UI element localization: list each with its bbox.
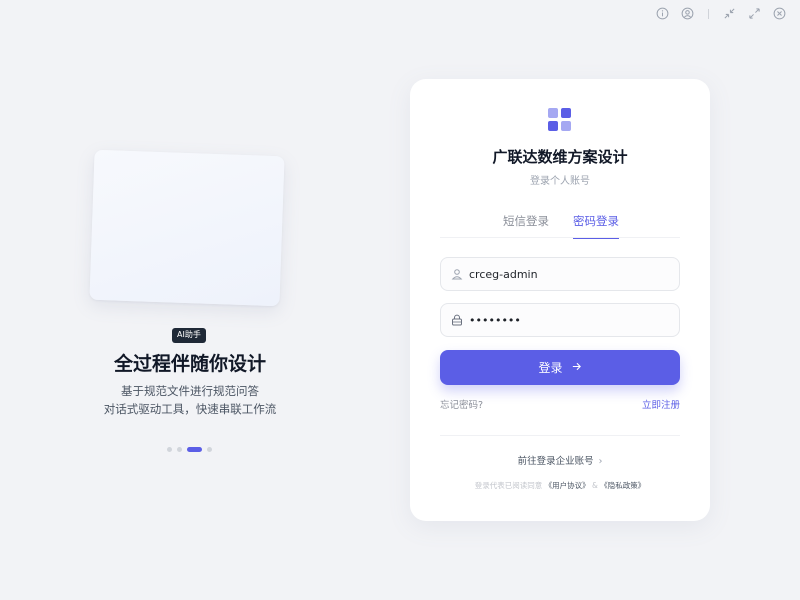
agreement-prefix: 登录代表已阅读同意 xyxy=(474,481,543,490)
user-agreement-link[interactable]: 《用户协议》 xyxy=(545,481,590,490)
carousel-dots xyxy=(167,447,212,452)
carousel-dot-active[interactable] xyxy=(187,447,202,452)
login-card: 广联达数维方案设计 登录个人账号 短信登录 密码登录 登录 忘记密码? 立即注册… xyxy=(410,79,710,521)
forgot-password-link[interactable]: 忘记密码? xyxy=(440,397,483,411)
carousel-dot[interactable] xyxy=(177,447,182,452)
login-button-label: 登录 xyxy=(538,361,563,375)
info-icon[interactable] xyxy=(656,7,669,20)
divider xyxy=(708,8,709,19)
tab-password-login[interactable]: 密码登录 xyxy=(573,213,619,239)
promo-title: 全过程伴随你设计 xyxy=(113,353,266,375)
arrow-right-icon xyxy=(571,361,582,375)
privacy-policy-link[interactable]: 《隐私政策》 xyxy=(600,481,645,490)
carousel-dot[interactable] xyxy=(167,447,172,452)
login-tabs: 短信登录 密码登录 xyxy=(440,210,680,239)
promo-image-card xyxy=(89,149,285,307)
chevron-right-icon: › xyxy=(598,456,603,467)
username-field[interactable] xyxy=(440,257,680,291)
app-logo-icon xyxy=(548,108,572,132)
user-icon xyxy=(451,268,463,280)
tab-sms-login[interactable]: 短信登录 xyxy=(503,213,549,238)
maximize-icon[interactable] xyxy=(748,7,761,20)
agreement-and: & xyxy=(592,481,598,490)
enterprise-login-label: 前往登录企业账号 xyxy=(517,456,594,467)
password-input[interactable] xyxy=(469,313,679,327)
ai-badge: AI助手 xyxy=(172,328,206,343)
promo-subtitle-line1: 基于规范文件进行规范问答 xyxy=(121,384,259,398)
agreement-text: 登录代表已阅读同意 《用户协议》 & 《隐私政策》 xyxy=(410,480,710,491)
close-icon[interactable] xyxy=(773,7,786,20)
register-link[interactable]: 立即注册 xyxy=(642,397,680,411)
login-button[interactable]: 登录 xyxy=(440,350,680,385)
promo-subtitle: 基于规范文件进行规范问答 对话式驱动工具，快速串联工作流 xyxy=(60,382,320,418)
login-subtitle: 登录个人账号 xyxy=(530,176,590,187)
promo-subtitle-line2: 对话式驱动工具，快速串联工作流 xyxy=(103,402,277,416)
account-icon[interactable] xyxy=(681,7,694,20)
password-field[interactable] xyxy=(440,303,680,337)
minimize-icon[interactable] xyxy=(723,7,736,20)
window-controls xyxy=(656,7,786,20)
carousel-dot[interactable] xyxy=(207,447,212,452)
lock-icon xyxy=(451,314,463,326)
username-input[interactable] xyxy=(469,267,679,281)
app-title: 广联达数维方案设计 xyxy=(492,148,628,166)
enterprise-login-link[interactable]: 前往登录企业账号 › xyxy=(410,453,710,467)
divider xyxy=(440,435,680,436)
